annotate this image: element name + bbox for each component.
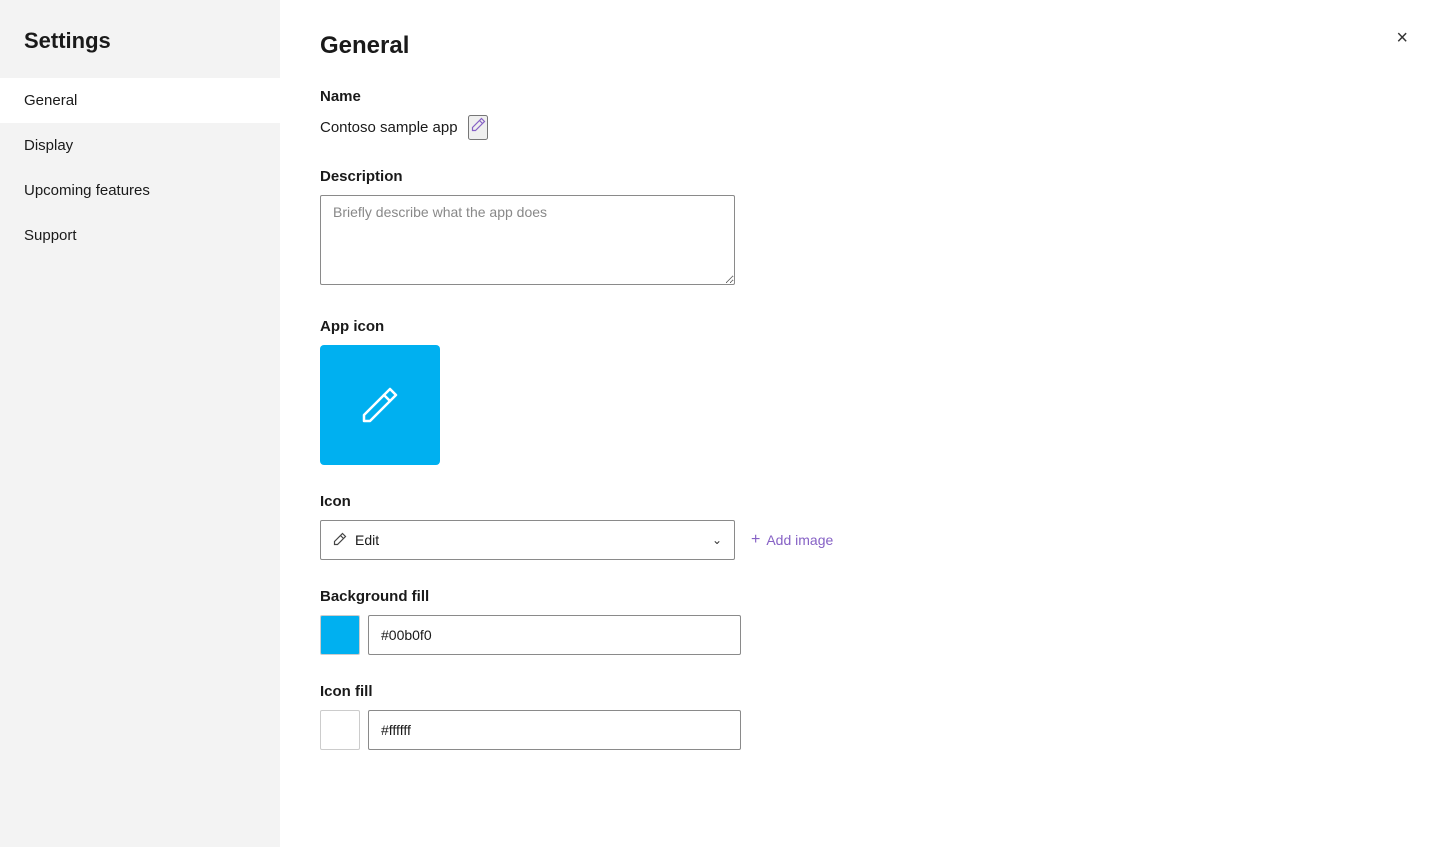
- icon-fill-row: [320, 710, 1396, 750]
- sidebar-item-general[interactable]: General: [0, 78, 280, 123]
- background-fill-input[interactable]: [368, 615, 741, 655]
- description-section: Description: [320, 168, 1396, 290]
- icon-row: Edit ⌄ + Add image: [320, 520, 1396, 560]
- app-icon-box[interactable]: [320, 345, 440, 465]
- main-content: General × Name Contoso sample app Descri…: [280, 0, 1436, 847]
- page-title: General: [320, 32, 409, 60]
- background-color-swatch[interactable]: [320, 615, 360, 655]
- sidebar-title: Settings: [0, 0, 280, 78]
- app-icon-pencil: [354, 379, 406, 431]
- icon-select-dropdown[interactable]: Edit ⌄: [320, 520, 735, 560]
- plus-icon: +: [751, 531, 760, 549]
- icon-label: Icon: [320, 493, 1396, 510]
- app-icon-section: App icon: [320, 318, 1396, 465]
- app-icon-label: App icon: [320, 318, 1396, 335]
- background-fill-row: [320, 615, 1396, 655]
- icon-select-label: Edit: [355, 532, 379, 548]
- close-button[interactable]: ×: [1392, 24, 1412, 52]
- page-header: General: [320, 32, 1396, 60]
- sidebar-item-upcoming-features[interactable]: Upcoming features: [0, 168, 280, 213]
- background-fill-label: Background fill: [320, 588, 1396, 605]
- icon-fill-label: Icon fill: [320, 683, 1396, 700]
- sidebar-nav: General Display Upcoming features Suppor…: [0, 78, 280, 258]
- name-label: Name: [320, 88, 1396, 105]
- sidebar-item-support[interactable]: Support: [0, 213, 280, 258]
- chevron-down-icon: ⌄: [712, 533, 722, 547]
- name-row: Contoso sample app: [320, 115, 1396, 140]
- sidebar: Settings General Display Upcoming featur…: [0, 0, 280, 847]
- sidebar-item-display[interactable]: Display: [0, 123, 280, 168]
- description-textarea[interactable]: [320, 195, 735, 285]
- icon-fill-section: Icon fill: [320, 683, 1396, 750]
- icon-fill-input[interactable]: [368, 710, 741, 750]
- name-section: Name Contoso sample app: [320, 88, 1396, 140]
- add-image-label: Add image: [766, 532, 833, 548]
- icon-fill-swatch[interactable]: [320, 710, 360, 750]
- background-fill-section: Background fill: [320, 588, 1396, 655]
- icon-section: Icon Edit ⌄ + Add image: [320, 493, 1396, 560]
- name-edit-button[interactable]: [468, 115, 488, 140]
- icon-select-pencil-icon: [333, 532, 347, 549]
- description-label: Description: [320, 168, 1396, 185]
- name-value: Contoso sample app: [320, 119, 458, 136]
- add-image-button[interactable]: + Add image: [751, 531, 833, 549]
